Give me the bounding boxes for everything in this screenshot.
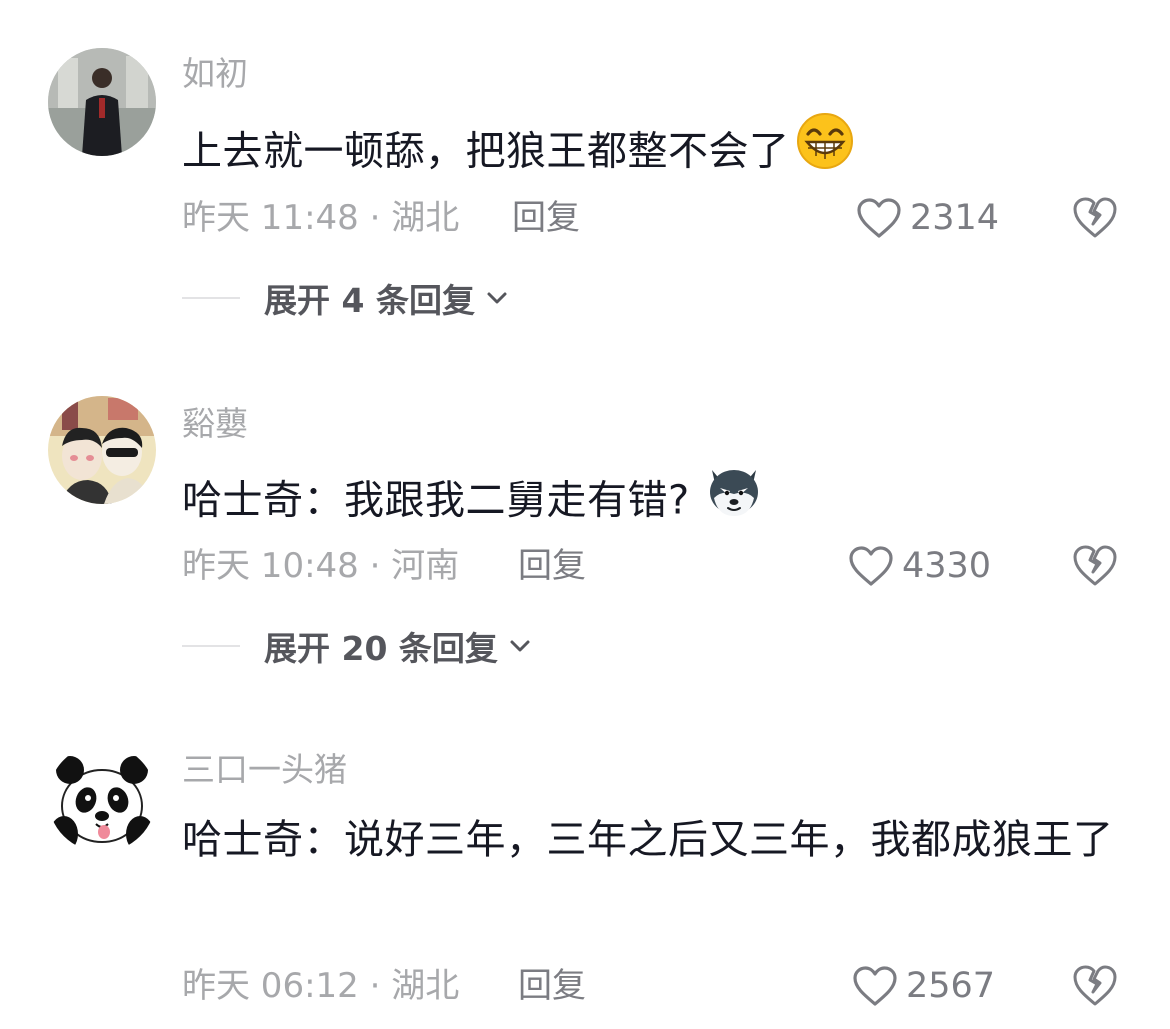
- comment-time-location: 昨天 10:48 · 河南: [182, 546, 460, 586]
- avatar[interactable]: [48, 744, 156, 852]
- expand-replies-button[interactable]: 展开 4 条回复: [182, 276, 509, 320]
- expand-replies-label: 展开 20 条回复: [264, 629, 498, 668]
- username[interactable]: 如初: [182, 54, 248, 94]
- broken-heart-icon[interactable]: [1072, 542, 1118, 588]
- username[interactable]: 三口一头猪: [182, 750, 347, 790]
- heart-outline-icon: [853, 966, 897, 1006]
- like-count: 2314: [910, 198, 1000, 238]
- comment-time-location: 昨天 06:12 · 湖北: [182, 966, 460, 1006]
- comment-item: 三口一头猪 哈士奇：说好三年，三年之后又三年，我都成狼王了 昨天 06:12 ·…: [0, 690, 1170, 1029]
- broken-heart-icon[interactable]: [1072, 194, 1118, 240]
- comment-item: 谿蘡 哈士奇：我跟我二舅走有错? 昨天 10:48 · 河南 回复 4330 展…: [0, 340, 1170, 690]
- like-button[interactable]: 4330: [848, 541, 991, 591]
- avatar[interactable]: [48, 48, 156, 156]
- comment-text-content: 哈士奇：说好三年，三年之后又三年，我都成狼王了: [182, 817, 1114, 863]
- like-count: 4330: [902, 546, 992, 586]
- divider-line: [182, 297, 240, 299]
- expand-replies-label: 展开 4 条回复: [264, 281, 475, 320]
- reply-button[interactable]: 回复: [518, 544, 586, 588]
- comment-text: 哈士奇：我跟我二舅走有错?: [182, 464, 1122, 541]
- comment-text: 上去就一顿舔，把狼王都整不会了: [182, 113, 1122, 191]
- reply-button[interactable]: 回复: [518, 964, 586, 1008]
- username[interactable]: 谿蘡: [182, 404, 248, 444]
- grin-emoji-icon: [796, 112, 854, 187]
- divider-line: [182, 645, 240, 647]
- comment-text-content: 哈士奇：我跟我二舅走有错?: [182, 477, 690, 524]
- like-button[interactable]: 2314: [856, 193, 999, 243]
- comment-item: 如初 上去就一顿舔，把狼王都整不会了 昨天 11:48 · 湖北 回复 2314…: [0, 0, 1170, 340]
- comment-text: 哈士奇：说好三年，三年之后又三年，我都成狼王了: [182, 810, 1122, 870]
- heart-outline-icon: [857, 198, 901, 238]
- broken-heart-icon[interactable]: [1072, 962, 1118, 1008]
- like-button[interactable]: 2567: [852, 961, 995, 1011]
- chevron-down-icon: [510, 640, 530, 652]
- expand-replies-button[interactable]: 展开 20 条回复: [182, 624, 532, 668]
- comment-time-location: 昨天 11:48 · 湖北: [182, 198, 460, 238]
- comment-text-content: 上去就一顿舔，把狼王都整不会了: [182, 128, 790, 175]
- heart-outline-icon: [849, 546, 893, 586]
- chevron-down-icon: [487, 292, 507, 304]
- husky-emoji-icon: [704, 460, 764, 537]
- reply-button[interactable]: 回复: [512, 196, 580, 240]
- like-count: 2567: [906, 966, 996, 1006]
- avatar[interactable]: [48, 396, 156, 504]
